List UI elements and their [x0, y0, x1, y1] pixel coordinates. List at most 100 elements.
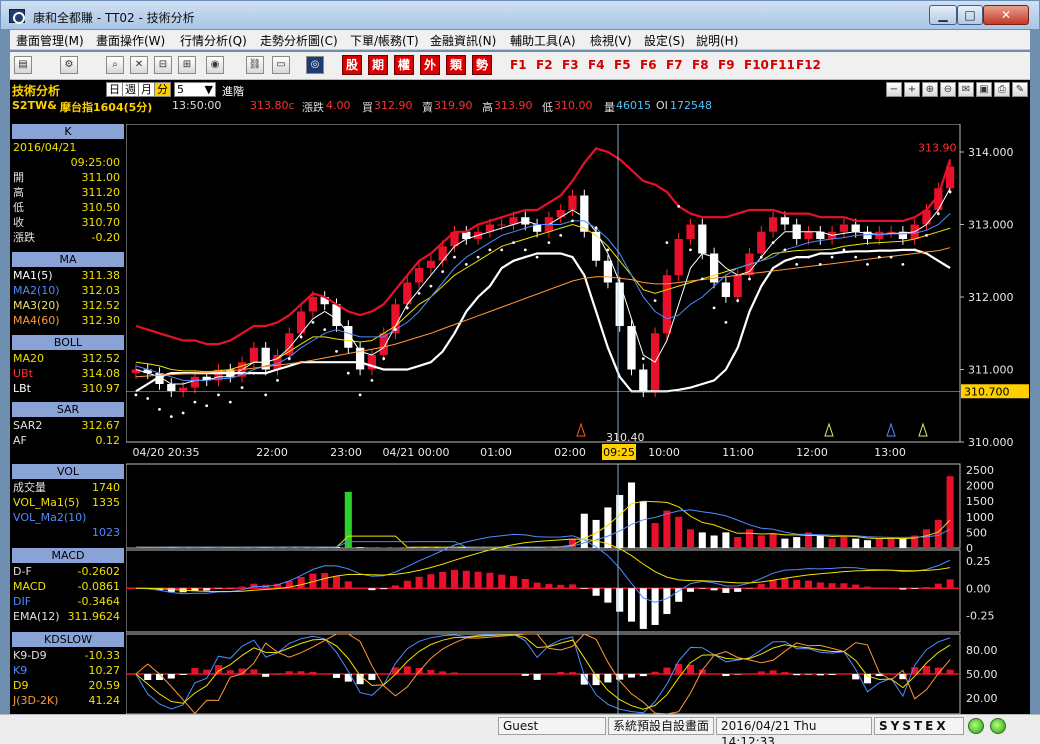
macd-frame — [126, 549, 961, 633]
f2-key[interactable]: F2 — [536, 58, 553, 72]
volume-value: 46015 — [616, 99, 651, 112]
connection-light-icon — [968, 718, 984, 734]
k-high-label: 高 — [13, 186, 24, 199]
chat-icon[interactable]: ✉ — [958, 82, 974, 97]
vol-bar — [922, 529, 931, 548]
menu-settings[interactable]: 設定(S) — [644, 32, 685, 49]
futures-button[interactable]: 期 — [368, 55, 388, 75]
menu-quote-analysis[interactable]: 行情分析(Q) — [180, 32, 247, 49]
f9-key[interactable]: F9 — [718, 58, 735, 72]
close-window-icon[interactable]: ✕ — [130, 56, 148, 74]
macd-panel-title[interactable]: MACD — [12, 548, 124, 563]
xtick-label: 11:00 — [722, 446, 754, 459]
plus-icon[interactable]: + — [904, 82, 920, 97]
tools-icon[interactable]: ⚙ — [60, 56, 78, 74]
menu-help[interactable]: 說明(H) — [696, 32, 738, 49]
f1-key[interactable]: F1 — [510, 58, 527, 72]
kd-bar — [663, 667, 671, 674]
category-button[interactable]: 類 — [446, 55, 466, 75]
vol-panel-title[interactable]: VOL — [12, 464, 124, 479]
monitor-icon[interactable]: ▭ — [272, 56, 290, 74]
candle-body — [686, 224, 695, 239]
sar-dot — [559, 233, 563, 237]
kd-bar — [804, 674, 813, 675]
vol-bar — [710, 535, 718, 548]
k-panel-title[interactable]: K — [12, 124, 124, 139]
sar-dot — [653, 299, 657, 303]
f10-key[interactable]: F10 — [744, 58, 769, 72]
menu-view[interactable]: 檢視(V) — [590, 32, 632, 49]
boll-panel-title[interactable]: BOLL — [12, 335, 124, 350]
sar-dot — [830, 255, 834, 259]
chart-canvas[interactable]: 314.000 313.000 312.000 311.000 310.000 310.7… — [126, 124, 1030, 714]
candle-body — [249, 347, 259, 363]
zoom-in-icon[interactable]: ⊕ — [922, 82, 938, 97]
kd-bar — [545, 673, 553, 674]
ma-panel-title[interactable]: MA — [12, 252, 124, 267]
coin-icon[interactable]: ◉ — [206, 56, 224, 74]
sar-dot — [276, 378, 279, 382]
f7-key[interactable]: F7 — [666, 58, 683, 72]
candle-body — [851, 224, 860, 232]
trend-button[interactable]: 勢 — [472, 55, 492, 75]
sar-dot — [512, 241, 515, 245]
period-week[interactable]: 週 — [122, 82, 139, 97]
dif-value: -0.3464 — [77, 595, 120, 608]
close-button[interactable]: ✕ — [983, 5, 1029, 25]
layout-icon[interactable]: ⊟ — [154, 56, 172, 74]
options-button[interactable]: 權 — [394, 55, 414, 75]
sar-dot — [641, 357, 645, 361]
menu-trend-chart[interactable]: 走勢分析圖(C) — [260, 32, 338, 49]
macd-bar — [840, 583, 848, 589]
kd-bar — [568, 672, 577, 674]
save-icon[interactable]: ▣ — [976, 82, 992, 97]
chart-icon[interactable]: ▤ — [14, 56, 32, 74]
k-date: 2016/04/21 — [13, 141, 77, 154]
f6-key[interactable]: F6 — [640, 58, 657, 72]
advanced-link[interactable]: 進階 — [222, 83, 244, 99]
grid-icon[interactable]: ⊞ — [178, 56, 196, 74]
stock-button[interactable]: 股 — [342, 55, 362, 75]
macd-bar — [509, 576, 518, 589]
paint-icon[interactable]: ✎ — [1012, 82, 1028, 97]
f12-key[interactable]: F12 — [796, 58, 821, 72]
foreign-button[interactable]: 外 — [420, 55, 440, 75]
link-icon[interactable]: ⛓ — [246, 56, 264, 74]
period-minute[interactable]: 分 — [154, 82, 171, 97]
print-icon[interactable]: ⎙ — [994, 82, 1010, 97]
maximize-button[interactable]: □ — [957, 5, 983, 25]
minimize-button[interactable]: ▁ — [929, 5, 957, 25]
menu-screen-operate[interactable]: 畫面操作(W) — [96, 32, 165, 49]
f4-key[interactable]: F4 — [588, 58, 605, 72]
f11-key[interactable]: F11 — [770, 58, 795, 72]
status-layout[interactable]: 系統預設自設畫面 — [608, 717, 714, 735]
macd-bar — [686, 588, 695, 592]
sar-dot — [748, 277, 751, 281]
f8-key[interactable]: F8 — [692, 58, 709, 72]
menu-screen-manage[interactable]: 畫面管理(M) — [16, 32, 84, 49]
macd-bar — [521, 579, 529, 589]
sar-dot — [405, 306, 409, 310]
zoom-out-icon[interactable]: ⊖ — [940, 82, 956, 97]
ask-label: 賣 — [422, 101, 433, 114]
macd-bar — [698, 588, 706, 589]
menu-finance-info[interactable]: 金融資訊(N) — [430, 32, 496, 49]
period-day[interactable]: 日 — [106, 82, 123, 97]
kd-bar — [651, 671, 659, 674]
logo-icon[interactable]: ◎ — [306, 56, 324, 74]
sar-dot — [571, 219, 574, 223]
menu-tools[interactable]: 輔助工具(A) — [510, 32, 576, 49]
f3-key[interactable]: F3 — [562, 58, 579, 72]
title-bar[interactable]: 康和全都賺 - TT02 - 技術分析 ▁ □ ✕ — [0, 0, 1040, 30]
kd-panel-title[interactable]: KDSLOW — [12, 632, 124, 647]
sar-panel-title[interactable]: SAR — [12, 402, 124, 417]
period-month[interactable]: 月 — [138, 82, 155, 97]
search-icon[interactable]: ⌕ — [106, 56, 124, 74]
kd-bar — [793, 674, 801, 676]
minus-icon[interactable]: − — [886, 82, 902, 97]
menu-order[interactable]: 下單/帳務(T) — [350, 32, 419, 49]
macd-bar — [828, 583, 836, 589]
sar-dot — [476, 255, 480, 259]
interval-select[interactable]: 5 ▼ — [174, 82, 216, 97]
f5-key[interactable]: F5 — [614, 58, 631, 72]
